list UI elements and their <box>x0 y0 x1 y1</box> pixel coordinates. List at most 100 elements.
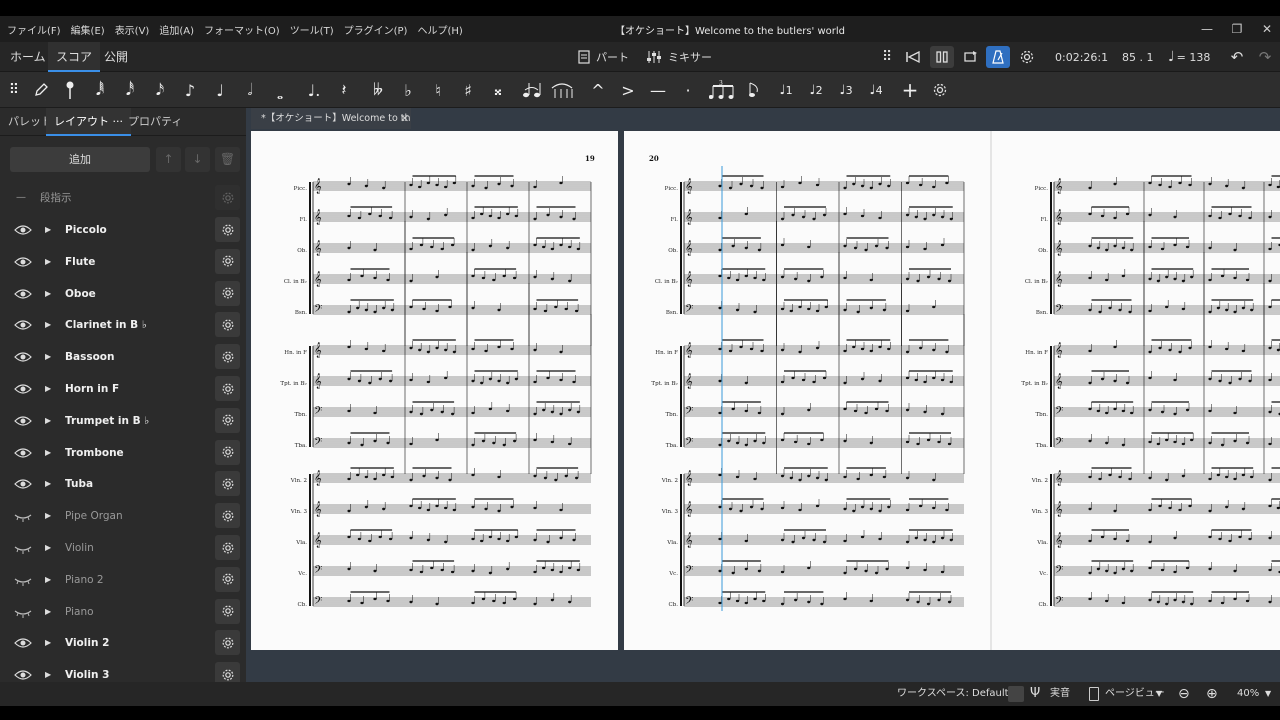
instrument-row[interactable]: ▶ Clarinet in B ♭ <box>0 309 246 341</box>
expand-arrow-icon[interactable]: ▶ <box>45 596 51 628</box>
metronome-icon[interactable] <box>986 46 1010 68</box>
menu-item-5[interactable]: ツール(T) <box>285 22 339 37</box>
add-icon[interactable]: + <box>896 76 924 104</box>
eye-icon[interactable] <box>14 349 32 363</box>
instrument-row[interactable]: ▶ Horn in F <box>0 373 246 405</box>
eye-icon[interactable] <box>14 476 32 490</box>
natural-icon[interactable]: ♮ <box>424 76 452 104</box>
slur-icon[interactable] <box>548 76 576 104</box>
augmentation-dot-icon[interactable]: ♩. <box>300 76 328 104</box>
note-input-pen-icon[interactable] <box>27 76 55 104</box>
tab-publish[interactable]: 公開 <box>96 42 136 72</box>
move-down-icon[interactable]: ↓ <box>185 147 210 172</box>
mixer-button[interactable]: ミキサー <box>646 42 712 72</box>
expand-arrow-icon[interactable]: ▶ <box>45 468 51 500</box>
voice-2-button[interactable]: ♩ 2 <box>802 76 830 104</box>
instrument-row[interactable]: ▶ Piano 2 <box>0 564 246 596</box>
expand-arrow-icon[interactable]: ▶ <box>45 373 51 405</box>
menu-item-4[interactable]: フォーマット(O) <box>199 22 285 37</box>
close-tab-icon[interactable]: ✕ <box>400 108 409 129</box>
expand-arrow-icon[interactable]: ▶ <box>45 532 51 564</box>
eye-icon[interactable] <box>14 286 32 300</box>
menu-item-6[interactable]: プラグイン(P) <box>339 22 413 37</box>
eye-closed-icon[interactable] <box>14 604 32 618</box>
tuplet-icon[interactable]: 3 <box>708 76 736 104</box>
tie-icon[interactable] <box>518 76 546 104</box>
zoom-dropdown-icon[interactable]: ▼ <box>1265 682 1271 706</box>
expand-arrow-icon[interactable]: ▶ <box>45 309 51 341</box>
instrument-settings-gear-icon[interactable] <box>215 280 240 306</box>
zoom-in-icon[interactable]: ⊕ <box>1206 682 1218 706</box>
instrument-row[interactable]: ▶ Pipe Organ <box>0 500 246 532</box>
quarter-note-tool-icon[interactable]: ♩ <box>206 76 234 104</box>
expand-arrow-icon[interactable]: ▶ <box>45 341 51 373</box>
eye-closed-icon[interactable] <box>14 540 32 554</box>
voice-3-button[interactable]: ♩ 3 <box>832 76 860 104</box>
expand-arrow-icon[interactable]: ▶ <box>45 564 51 596</box>
sixty-fourth-note-icon[interactable]: 𝅘𝅥𝅱 <box>86 76 114 104</box>
instrument-row[interactable]: ▶ Bassoon <box>0 341 246 373</box>
page-view-dropdown-icon[interactable]: ▼ <box>1156 682 1162 706</box>
instrument-settings-gear-icon[interactable] <box>215 312 240 338</box>
instrument-row[interactable]: ▶ Trombone <box>0 437 246 469</box>
voice-1-button[interactable]: ♩ 1 <box>772 76 800 104</box>
minimize-icon[interactable]: — <box>1192 16 1222 42</box>
eye-icon[interactable] <box>14 667 32 681</box>
instrument-settings-gear-icon[interactable] <box>215 248 240 274</box>
tab-layout[interactable]: レイアウト ··· <box>46 108 131 136</box>
instrument-row[interactable]: ▶ Flute <box>0 246 246 278</box>
tab-score[interactable]: スコア <box>48 42 101 72</box>
instrument-settings-gear-icon[interactable] <box>215 598 240 624</box>
expand-arrow-icon[interactable]: ▶ <box>45 278 51 310</box>
marcato-icon[interactable]: ^ <box>584 76 612 104</box>
instrument-row[interactable]: ▶ Violin <box>0 532 246 564</box>
rest-icon[interactable]: 𝄽 <box>330 76 358 104</box>
workspace-selector[interactable]: ワークスペース: Default <box>897 682 1009 706</box>
delete-icon[interactable]: 🗑 <box>215 147 240 172</box>
staccato-icon[interactable]: · <box>674 76 702 104</box>
eye-closed-icon[interactable] <box>14 572 32 586</box>
half-note-icon[interactable]: 𝅗𝅥 <box>236 76 264 104</box>
voice-4-button[interactable]: ♩ 4 <box>862 76 890 104</box>
zoom-level[interactable]: 40% <box>1237 682 1259 706</box>
system-markings-row[interactable]: — 段指示 <box>0 182 246 214</box>
eye-icon[interactable] <box>14 445 32 459</box>
score-page-19[interactable]: 19 Picc. 𝄞 Fl. 𝄞 Ob. 𝄞 Cl. in B♭ 𝄞 Bsn. 𝄢 Hn. in F 𝄞… <box>251 131 618 650</box>
eye-icon[interactable] <box>14 635 32 649</box>
eye-icon[interactable] <box>14 254 32 268</box>
instrument-settings-gear-icon[interactable] <box>215 630 240 656</box>
eye-icon[interactable] <box>14 413 32 427</box>
thirty-second-note-icon[interactable]: 𝅘𝅥𝅰 <box>116 76 144 104</box>
instrument-row[interactable]: ▶ Violin 2 <box>0 627 246 659</box>
eye-icon[interactable] <box>14 222 32 236</box>
tab-properties[interactable]: プロパティ <box>120 108 190 136</box>
tenuto-icon[interactable]: — <box>644 76 672 104</box>
maximize-icon[interactable]: ❐ <box>1222 16 1252 42</box>
sixteenth-note-icon[interactable]: 𝅘𝅥𝅯 <box>146 76 174 104</box>
menu-item-7[interactable]: ヘルプ(H) <box>412 22 467 37</box>
concert-pitch-toggle[interactable] <box>1008 686 1024 702</box>
double-sharp-icon[interactable]: 𝄪 <box>484 76 512 104</box>
expand-arrow-icon[interactable]: ▶ <box>45 627 51 659</box>
menu-item-3[interactable]: 追加(A) <box>154 22 199 37</box>
zoom-out-icon[interactable]: ⊖ <box>1178 682 1190 706</box>
eye-closed-icon[interactable] <box>14 508 32 523</box>
instrument-row[interactable]: ▶ Piano <box>0 596 246 628</box>
expand-arrow-icon[interactable]: ▶ <box>45 246 51 278</box>
instrument-row[interactable]: ▶ Oboe <box>0 278 246 310</box>
close-window-icon[interactable]: ✕ <box>1252 16 1280 42</box>
score-page-20[interactable]: 20 Picc. 𝄞 Fl. 𝄞 Ob. 𝄞 Cl. in B♭ 𝄞 Bsn. 𝄢 Hn. in F 𝄞… <box>624 131 1280 650</box>
move-up-icon[interactable]: ↑ <box>156 147 181 172</box>
flip-direction-icon[interactable] <box>740 76 768 104</box>
instrument-settings-gear-icon[interactable] <box>215 344 240 370</box>
score-canvas[interactable]: *【オケショート】Welcome to th... ✕ 19 Picc. 𝄞 Fl. 𝄞… <box>246 108 1280 682</box>
expand-arrow-icon[interactable]: ▶ <box>45 500 51 532</box>
eye-icon[interactable] <box>14 317 32 331</box>
parts-button[interactable]: パート <box>578 42 629 72</box>
instrument-settings-gear-icon[interactable] <box>215 376 240 401</box>
system-markings-gear-icon[interactable] <box>215 185 240 210</box>
instrument-settings-gear-icon[interactable] <box>215 439 240 465</box>
instrument-settings-gear-icon[interactable] <box>215 217 240 242</box>
instrument-settings-gear-icon[interactable] <box>215 471 240 497</box>
double-flat-icon[interactable]: 𝄫 <box>364 76 392 104</box>
